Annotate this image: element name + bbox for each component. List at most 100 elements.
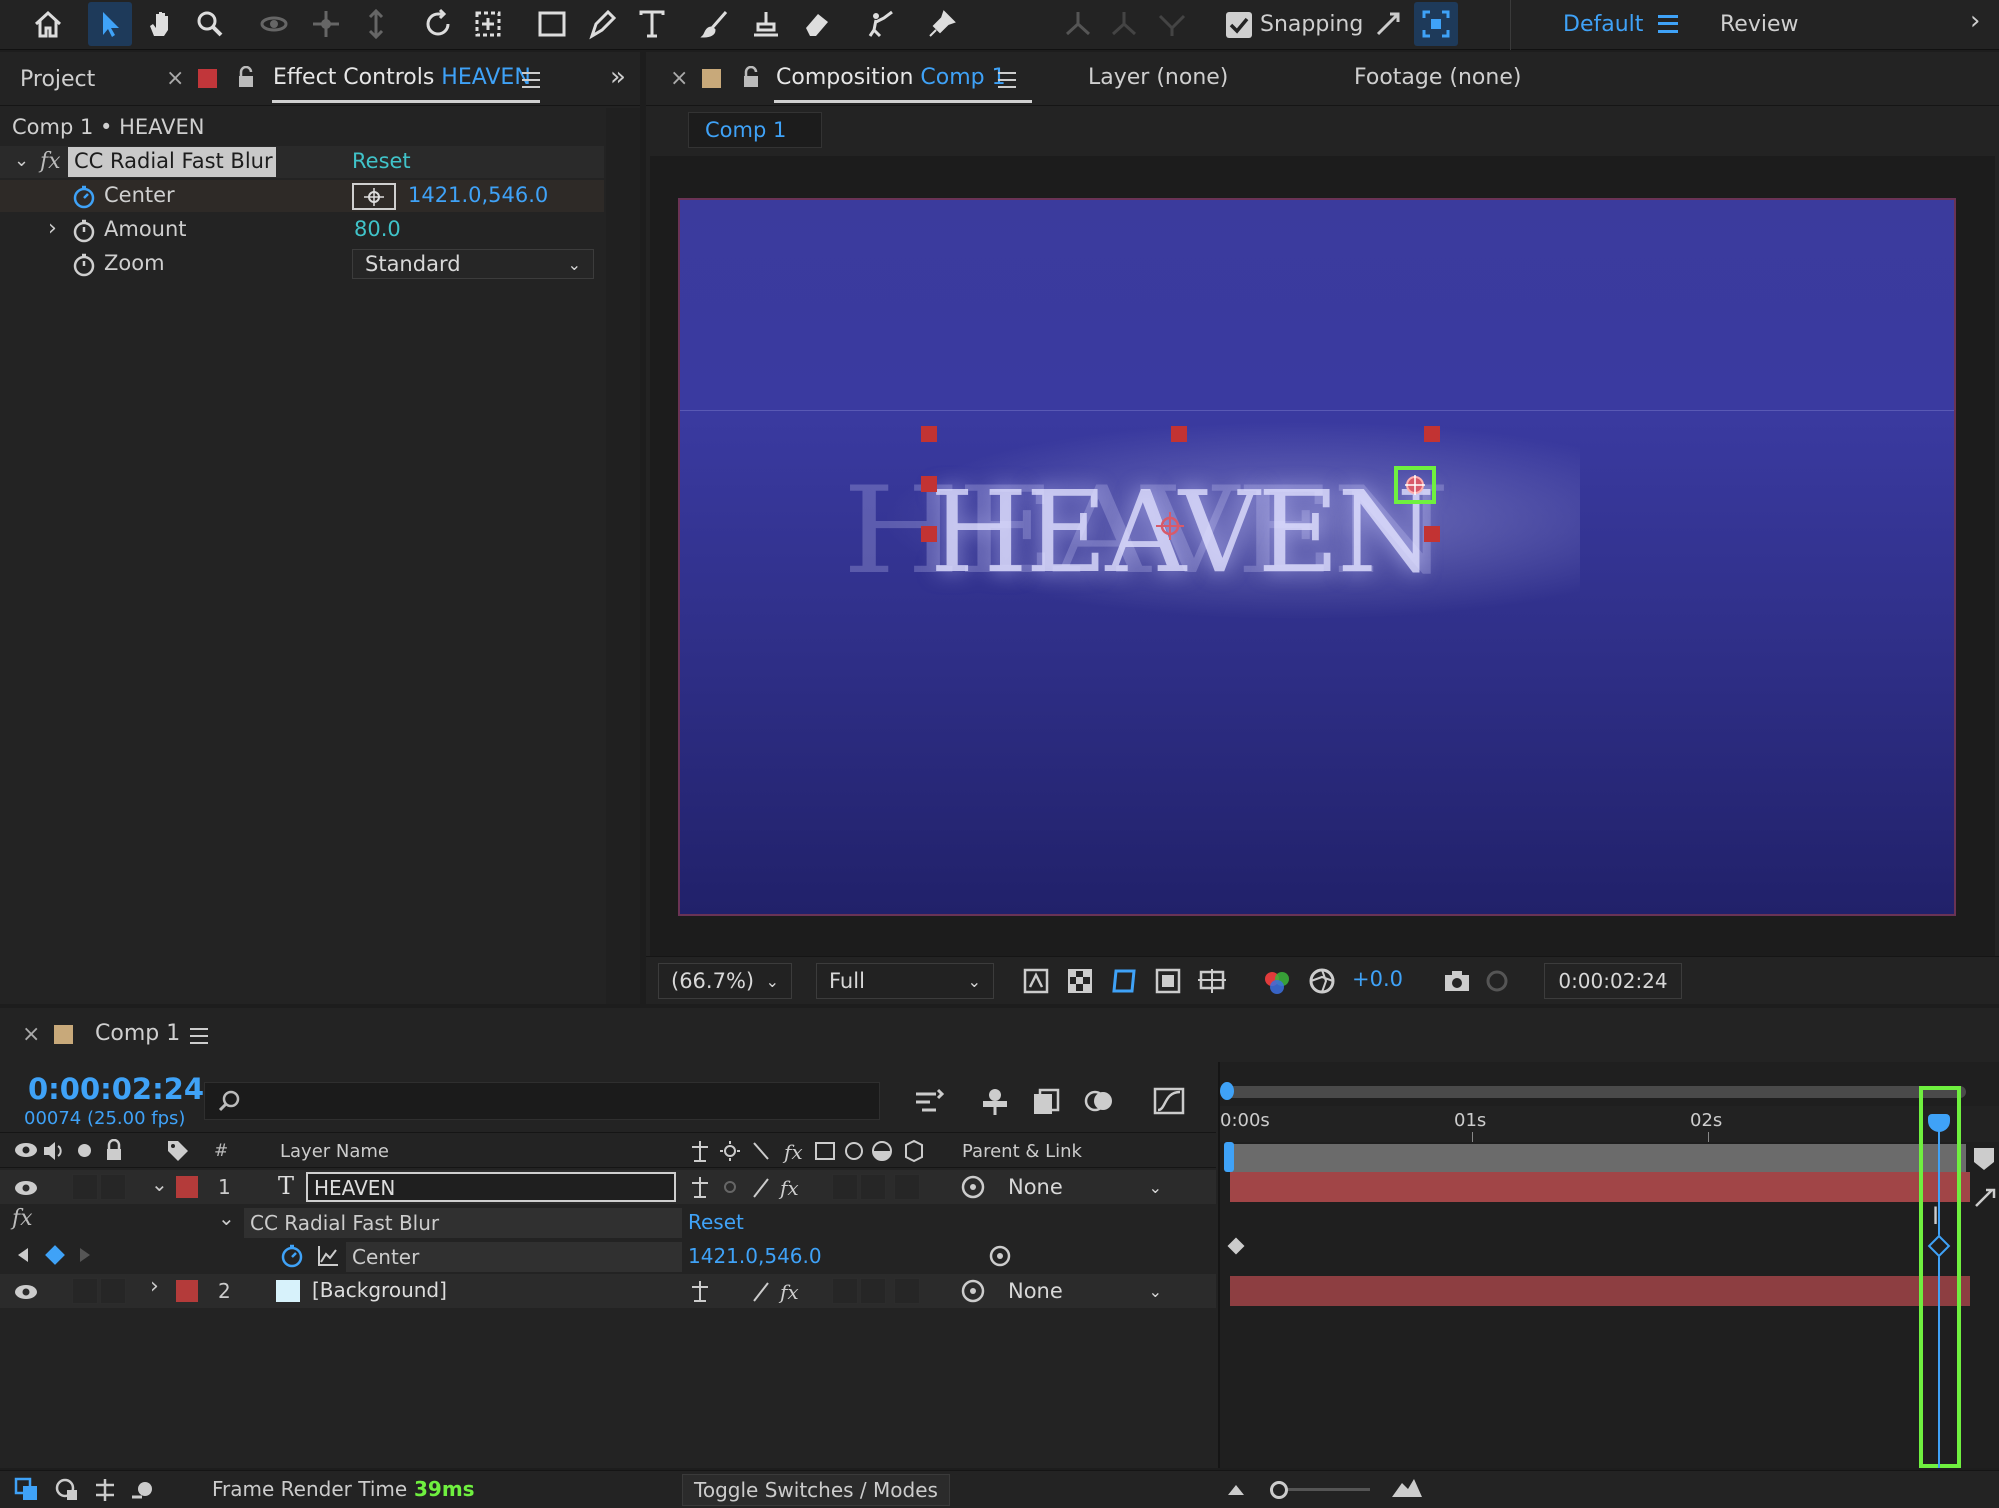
- audio-icon[interactable]: [42, 1140, 66, 1162]
- layer-1-3d-switch[interactable]: [894, 1174, 920, 1200]
- time-ruler[interactable]: 0:00s 01s 02s: [1220, 1106, 1999, 1142]
- effect-row-reset[interactable]: Reset: [688, 1210, 744, 1234]
- effect-row-name-cell[interactable]: CC Radial Fast Blur: [244, 1208, 682, 1238]
- property-value[interactable]: 1421.0,546.0: [688, 1244, 822, 1268]
- eye-icon[interactable]: [14, 1141, 38, 1159]
- param-value-center[interactable]: 1421.0,546.0: [408, 183, 548, 207]
- eye-icon[interactable]: [14, 1179, 38, 1197]
- pen-tool-icon[interactable]: [580, 2, 624, 46]
- selection-tool-icon[interactable]: [88, 2, 132, 46]
- render-time-toggle-icon[interactable]: [54, 1477, 80, 1503]
- brush-tool-icon[interactable]: [694, 2, 738, 46]
- hand-tool-icon[interactable]: [138, 2, 182, 46]
- zoom-dropdown[interactable]: Standard ⌄: [352, 249, 594, 279]
- expand-amount-chevron-icon[interactable]: ›: [48, 216, 57, 241]
- prev-keyframe-icon[interactable]: [18, 1248, 28, 1262]
- tab-project[interactable]: Project: [20, 67, 95, 92]
- comp-canvas[interactable]: HEAVEN HEAVEN: [678, 198, 1956, 916]
- pan-camera-icon[interactable]: [304, 2, 348, 46]
- time-navigator[interactable]: [1226, 1086, 1966, 1098]
- zoom-tool-icon[interactable]: [188, 2, 232, 46]
- comp-marker-icon[interactable]: [1972, 1146, 1996, 1172]
- graph-editor-icon[interactable]: [1152, 1086, 1186, 1116]
- param-value-amount[interactable]: 80.0: [354, 217, 401, 241]
- orbit-camera-icon[interactable]: [252, 2, 296, 46]
- shy-layers-icon[interactable]: [978, 1086, 1012, 1116]
- fx-icon[interactable]: fx: [40, 149, 61, 174]
- fast-previews-icon[interactable]: [1022, 967, 1050, 995]
- workspace-menu-icon[interactable]: [1658, 15, 1678, 33]
- layer-2-parent-dropdown[interactable]: None ⌄: [996, 1276, 1174, 1306]
- current-time-display[interactable]: 0:00:02:24: [1544, 963, 1682, 999]
- work-area-bar[interactable]: [1230, 1144, 1966, 1172]
- pickwhip-icon[interactable]: [960, 1278, 986, 1304]
- zoom-in-mountain-icon[interactable]: [1390, 1477, 1424, 1499]
- zoom-out-mountain-icon[interactable]: [1226, 1481, 1246, 1497]
- lock-switch[interactable]: [100, 1278, 126, 1304]
- effect-reset-link[interactable]: Reset: [352, 149, 411, 173]
- region-of-interest-icon[interactable]: [1154, 967, 1182, 995]
- workspace-default[interactable]: Default: [1563, 12, 1643, 37]
- frame-blending-icon[interactable]: [1030, 1086, 1064, 1116]
- comp-marker-bin-icon[interactable]: [1972, 1186, 1998, 1210]
- tab-footage[interactable]: Footage (none): [1354, 65, 1521, 90]
- navigator-start-handle[interactable]: [1220, 1082, 1234, 1100]
- draft-3d-icon[interactable]: [912, 1086, 946, 1116]
- panel-menu-icon[interactable]: [190, 1028, 208, 1044]
- layer-2-label-color[interactable]: [176, 1280, 198, 1302]
- solo-icon[interactable]: [78, 1144, 91, 1157]
- expand-layer-chevron-icon[interactable]: ›: [150, 1274, 159, 1299]
- effect-row[interactable]: fx ⌄ CC Radial Fast Blur Reset: [0, 1206, 1216, 1238]
- in-out-toggle-icon[interactable]: [92, 1477, 118, 1503]
- comp-sub-tab[interactable]: Comp 1: [688, 112, 822, 148]
- stopwatch-icon[interactable]: [72, 185, 96, 209]
- lock-switch[interactable]: [100, 1174, 126, 1200]
- property-name-cell[interactable]: Center: [346, 1242, 682, 1272]
- layer-2-name[interactable]: [Background]: [312, 1278, 447, 1302]
- layer-1-adjustment-switch[interactable]: [860, 1174, 886, 1200]
- grid-guides-icon[interactable]: [1198, 967, 1226, 995]
- layer-1-motion-blur-switch[interactable]: [832, 1174, 858, 1200]
- effect-name[interactable]: CC Radial Fast Blur: [68, 147, 276, 177]
- tab-layer[interactable]: Layer (none): [1088, 65, 1228, 90]
- panel-menu-icon[interactable]: [522, 72, 540, 88]
- blur-center-highlight[interactable]: [1394, 466, 1436, 504]
- home-icon[interactable]: [26, 2, 70, 46]
- property-row-center[interactable]: Center 1421.0,546.0: [0, 1240, 1216, 1272]
- close-tab-icon[interactable]: ×: [670, 66, 688, 91]
- layer-1-switches[interactable]: fx: [688, 1173, 828, 1201]
- lock-icon[interactable]: [236, 66, 256, 88]
- transform-handle-br[interactable]: [1424, 526, 1440, 542]
- tab-effect-controls[interactable]: Effect Controls HEAVEN: [273, 65, 531, 90]
- rectangle-tool-icon[interactable]: [530, 2, 574, 46]
- layer-1-name-field[interactable]: HEAVEN: [306, 1172, 676, 1202]
- keyframe-toggle-icon[interactable]: [45, 1245, 65, 1265]
- transform-handle-bl[interactable]: [921, 526, 937, 542]
- timeline-graph-area[interactable]: 0:00s 01s 02s I: [1218, 1062, 1999, 1468]
- snap-edges-icon[interactable]: [1366, 2, 1410, 46]
- axis-local-icon[interactable]: [1056, 2, 1100, 46]
- transform-handle-ml[interactable]: [921, 476, 937, 492]
- lock-icon[interactable]: [104, 1139, 124, 1161]
- collapse-effect-chevron-icon[interactable]: ⌄: [14, 150, 29, 171]
- axis-world-icon[interactable]: [1102, 2, 1146, 46]
- resolution-dropdown[interactable]: Full ⌄: [816, 963, 994, 999]
- stretch-toggle-icon[interactable]: [130, 1477, 156, 1503]
- layer-2-3d-switch[interactable]: [894, 1278, 920, 1304]
- layer-2-motion-blur-switch[interactable]: [832, 1278, 858, 1304]
- timeline-search-input[interactable]: [204, 1082, 880, 1120]
- expression-pickwhip-icon[interactable]: [988, 1244, 1012, 1268]
- type-tool-icon[interactable]: [630, 2, 674, 46]
- timeline-zoom-thumb[interactable]: [1270, 1481, 1288, 1499]
- comp-flowchart-icon[interactable]: [14, 1477, 40, 1503]
- eraser-tool-icon[interactable]: [794, 2, 838, 46]
- motion-blur-icon[interactable]: [1082, 1086, 1116, 1116]
- roto-brush-icon[interactable]: [858, 2, 902, 46]
- keyframe-start[interactable]: [1227, 1237, 1245, 1255]
- transform-handle-tr[interactable]: [1424, 426, 1440, 442]
- magnification-dropdown[interactable]: (66.7%) ⌄: [658, 963, 792, 999]
- layer-1-duration-bar[interactable]: [1230, 1172, 1970, 1202]
- transparency-grid-icon[interactable]: [1066, 967, 1094, 995]
- col-parent-link[interactable]: Parent & Link: [962, 1141, 1082, 1162]
- layer-row-2[interactable]: › 2 [Background] fx None ⌄: [0, 1274, 1216, 1308]
